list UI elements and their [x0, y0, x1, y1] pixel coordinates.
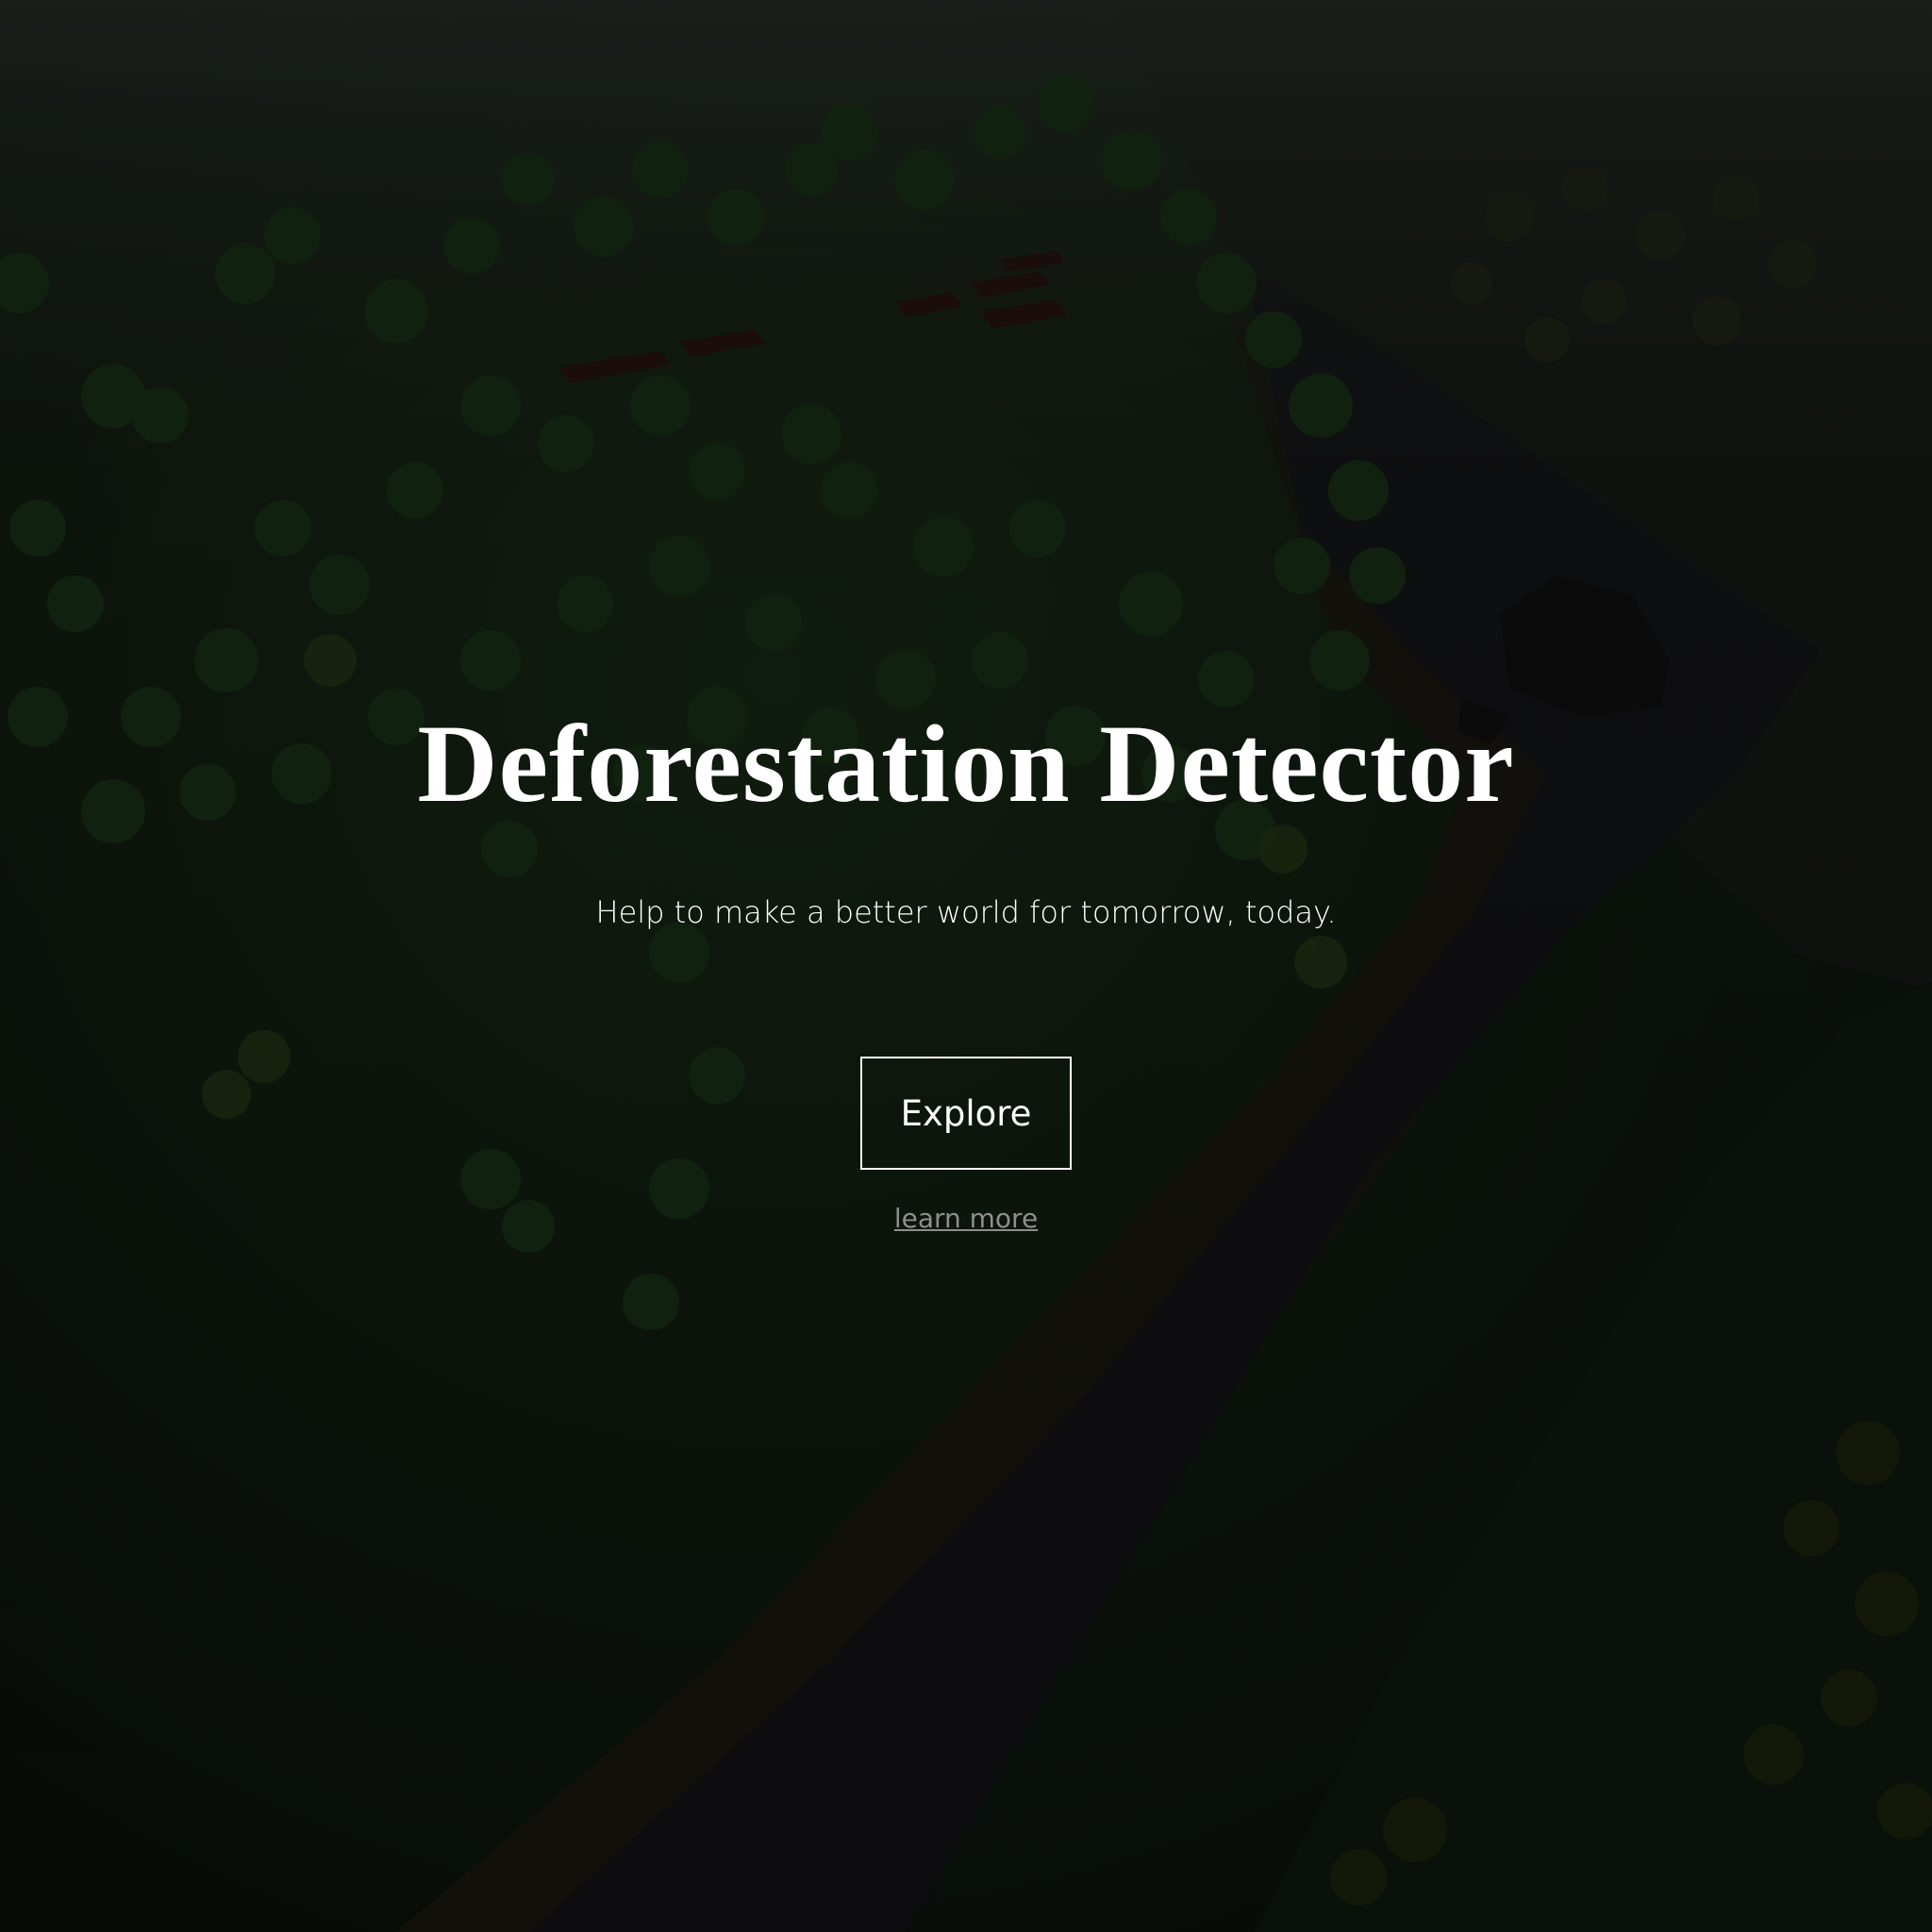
tagline: Help to make a better world for tomorrow…: [595, 894, 1337, 930]
learn-more-link[interactable]: learn more: [894, 1203, 1038, 1234]
page-title: Deforestation Detector: [417, 702, 1515, 825]
learn-more-container: learn more: [0, 1202, 1932, 1236]
hero-section: Deforestation Detector Help to make a be…: [0, 0, 1932, 1932]
explore-button[interactable]: Explore: [860, 1057, 1072, 1170]
